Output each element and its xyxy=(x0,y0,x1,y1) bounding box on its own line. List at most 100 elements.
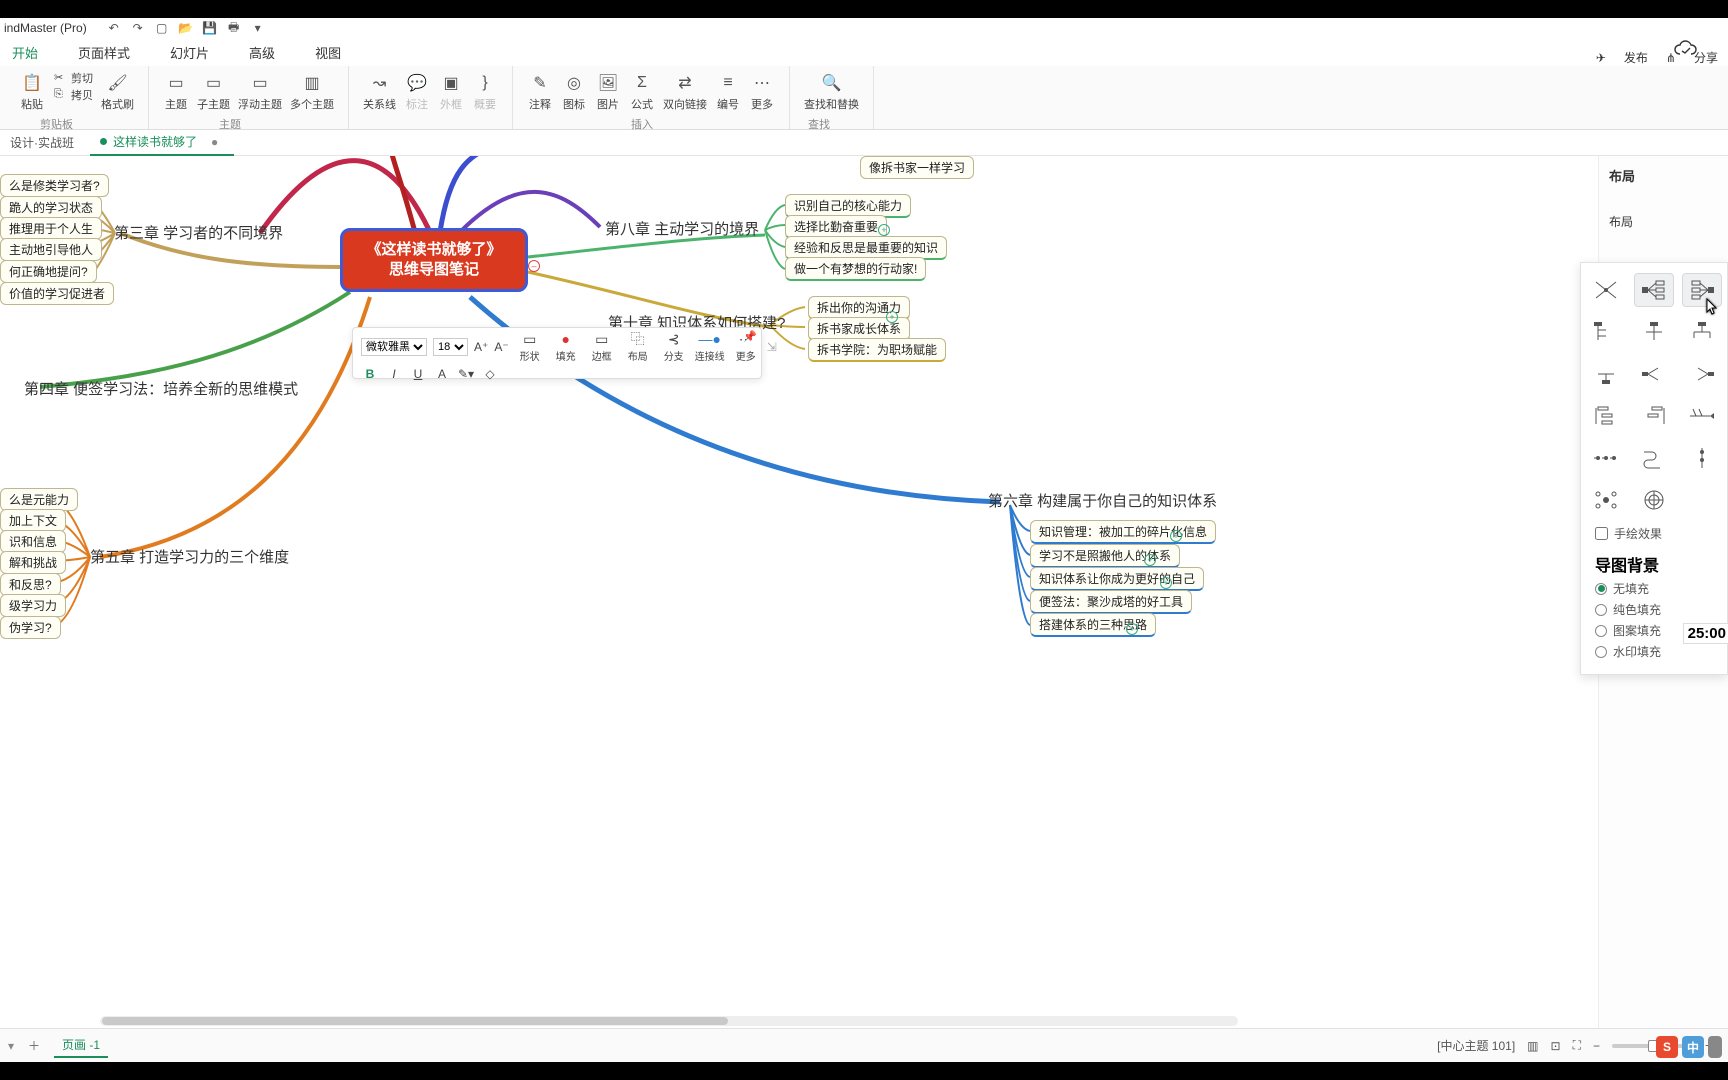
collapse-toolbar-icon[interactable]: ⇲ xyxy=(767,338,777,356)
layout-option-timeline-h[interactable] xyxy=(1586,441,1626,475)
leaf[interactable]: 级学习力 xyxy=(0,594,66,617)
leaf[interactable]: 解和挑战 xyxy=(0,551,66,574)
leaf[interactable]: 知识体系让你成为更好的自己 xyxy=(1030,567,1204,591)
tab-start[interactable]: 开始 xyxy=(6,39,44,66)
layout-option-org-up[interactable] xyxy=(1586,357,1626,391)
layout-option-radar[interactable] xyxy=(1634,483,1674,517)
expand-toggle[interactable]: + xyxy=(1160,577,1172,589)
more-insert-button[interactable]: ⋯更多 xyxy=(745,70,779,114)
underline-button[interactable]: U xyxy=(409,365,427,383)
tab-view[interactable]: 视图 xyxy=(309,39,347,66)
font-size-select[interactable]: 18 xyxy=(433,338,468,356)
relationship-button[interactable]: ↝关系线 xyxy=(359,70,400,114)
multi-topic-button[interactable]: ▥多个主题 xyxy=(286,70,338,114)
layout-option-logic-right[interactable] xyxy=(1634,357,1674,391)
formula-button[interactable]: Σ公式 xyxy=(625,70,659,114)
horizontal-scrollbar[interactable] xyxy=(100,1016,1238,1026)
expand-toggle[interactable]: + xyxy=(1170,530,1182,542)
fit-page-icon[interactable]: ⊡ xyxy=(1551,1039,1561,1053)
branch-ch5[interactable]: 第五章 打造学习力的三个维度 xyxy=(90,546,289,567)
branch-ch4[interactable]: 第四章 便签学习法：培养全新的思维模式 xyxy=(24,378,298,399)
doc-tab-1[interactable]: 设计·实战班 xyxy=(0,130,90,156)
leaf[interactable]: 主动地引导他人 xyxy=(0,238,102,261)
bg-watermark-radio[interactable]: 水印填充 xyxy=(1595,643,1719,660)
redo-icon[interactable]: ↷ xyxy=(131,21,145,35)
layout-option-radial[interactable] xyxy=(1586,273,1626,307)
format-painter-button[interactable]: 🖌格式刷 xyxy=(97,70,138,114)
bold-button[interactable]: B xyxy=(361,365,379,383)
cut-button[interactable]: ✂剪切 xyxy=(54,70,93,86)
italic-button[interactable]: I xyxy=(385,365,403,383)
ime-more-icon[interactable] xyxy=(1708,1036,1722,1058)
floating-topic-button[interactable]: ▭浮动主题 xyxy=(234,70,286,114)
layout-option-fishbone[interactable] xyxy=(1682,399,1722,433)
leaf[interactable]: 识和信息 xyxy=(0,530,66,553)
publish-button[interactable]: 发布 xyxy=(1624,49,1648,66)
leaf[interactable]: 跪人的学习状态 xyxy=(0,196,102,219)
layout-option-bubble[interactable] xyxy=(1586,483,1626,517)
add-page-button[interactable]: ＋ xyxy=(24,1036,44,1056)
layout-option-logic-left[interactable] xyxy=(1682,357,1722,391)
leaf[interactable]: 做一个有梦想的行动家! xyxy=(785,257,926,281)
leaf[interactable]: 加上下文 xyxy=(0,509,66,532)
border-button[interactable]: ▭边框 xyxy=(587,330,617,363)
scrollbar-thumb[interactable] xyxy=(102,1017,728,1025)
leaf[interactable]: 么是修类学习者? xyxy=(0,174,109,197)
decrease-font-icon[interactable]: A⁻ xyxy=(494,338,508,356)
layout-option-right-map[interactable] xyxy=(1634,273,1674,307)
leaf[interactable]: 便签法：聚沙成塔的好工具 xyxy=(1030,590,1192,614)
page-tab[interactable]: 页画 -1 xyxy=(54,1033,108,1058)
leaf[interactable]: 拆书学院：为职场赋能 xyxy=(808,338,946,362)
layout-option-tree-both[interactable] xyxy=(1634,315,1674,349)
fill-button[interactable]: ●填充 xyxy=(551,330,581,363)
hyperlink-button[interactable]: ⇄双向链接 xyxy=(659,70,711,114)
layout-option-indent-right[interactable] xyxy=(1586,399,1626,433)
more-qat-icon[interactable]: ▾ xyxy=(251,21,265,35)
leaf[interactable]: 价值的学习促进者 xyxy=(0,282,114,305)
undo-icon[interactable]: ↶ xyxy=(107,21,121,35)
layout-option-org-down[interactable] xyxy=(1682,315,1722,349)
find-replace-button[interactable]: 🔍查找和替换 xyxy=(800,70,863,114)
tab-slides[interactable]: 幻灯片 xyxy=(164,39,215,66)
layout-option-timeline-s[interactable] xyxy=(1634,441,1674,475)
print-icon[interactable]: 🖶 xyxy=(227,21,241,35)
font-color-button[interactable]: A xyxy=(433,365,451,383)
subtopic-button[interactable]: ▭子主题 xyxy=(193,70,234,114)
new-icon[interactable]: ▢ xyxy=(155,21,169,35)
ime-sogou-icon[interactable]: S xyxy=(1656,1036,1678,1058)
collapse-toggle[interactable]: – xyxy=(528,260,540,272)
leaf[interactable]: 么是元能力 xyxy=(0,488,78,511)
leaf[interactable]: 和反思? xyxy=(0,573,61,596)
tab-pagestyle[interactable]: 页面样式 xyxy=(72,39,136,66)
central-topic[interactable]: 《这样读书就够了》 思维导图笔记 xyxy=(340,228,528,292)
increase-font-icon[interactable]: A⁺ xyxy=(474,338,488,356)
ime-lang-icon[interactable]: 中 xyxy=(1682,1036,1704,1058)
comment-button[interactable]: ✎注释 xyxy=(523,70,557,114)
branch-ch3[interactable]: 第三章 学习者的不同境界 xyxy=(114,222,283,243)
share-link-icon[interactable]: ⋔ xyxy=(1666,51,1676,65)
numbering-button[interactable]: ≡编号 xyxy=(711,70,745,114)
tab-advanced[interactable]: 高级 xyxy=(243,39,281,66)
open-icon[interactable]: 📂 xyxy=(179,21,193,35)
close-tab-icon[interactable]: ● xyxy=(211,135,218,149)
bg-solid-radio[interactable]: 纯色填充 xyxy=(1595,601,1719,618)
share-send-icon[interactable]: ✈ xyxy=(1596,51,1606,65)
connector-button[interactable]: ―●连接线 xyxy=(695,330,725,363)
clear-format-button[interactable]: ◇ xyxy=(481,365,499,383)
expand-toggle[interactable]: + xyxy=(1144,554,1156,566)
layout-option-indent-left[interactable] xyxy=(1634,399,1674,433)
layout-option-tree-right[interactable] xyxy=(1586,315,1626,349)
fullscreen-icon[interactable]: ⛶ xyxy=(1573,1038,1581,1053)
floating-format-toolbar[interactable]: 📌 微软雅黑 18 A⁺ A⁻ ▭形状 ●填充 ▭边框 ⿻布局 ⊰分支 ―●连接… xyxy=(352,327,762,379)
doc-tab-2[interactable]: 这样读书就够了● xyxy=(90,130,234,156)
paste-button[interactable]: 📋粘贴 xyxy=(10,70,54,114)
bg-none-radio[interactable]: 无填充 xyxy=(1595,580,1719,597)
expand-toggle[interactable]: + xyxy=(1126,623,1138,635)
branch-ch8[interactable]: 第八章 主动学习的境界 xyxy=(605,218,759,239)
leaf[interactable]: 学习不是照搬他人的体系 xyxy=(1030,544,1180,568)
branch-button[interactable]: ⊰分支 xyxy=(659,330,689,363)
leaf[interactable]: 推理用于个人生 xyxy=(0,217,102,240)
leaf[interactable]: 知识管理：被加工的碎片化信息 xyxy=(1030,520,1216,544)
branch-ch6[interactable]: 第六章 构建属于你自己的知识体系 xyxy=(988,490,1217,511)
shape-button[interactable]: ▭形状 xyxy=(515,330,545,363)
